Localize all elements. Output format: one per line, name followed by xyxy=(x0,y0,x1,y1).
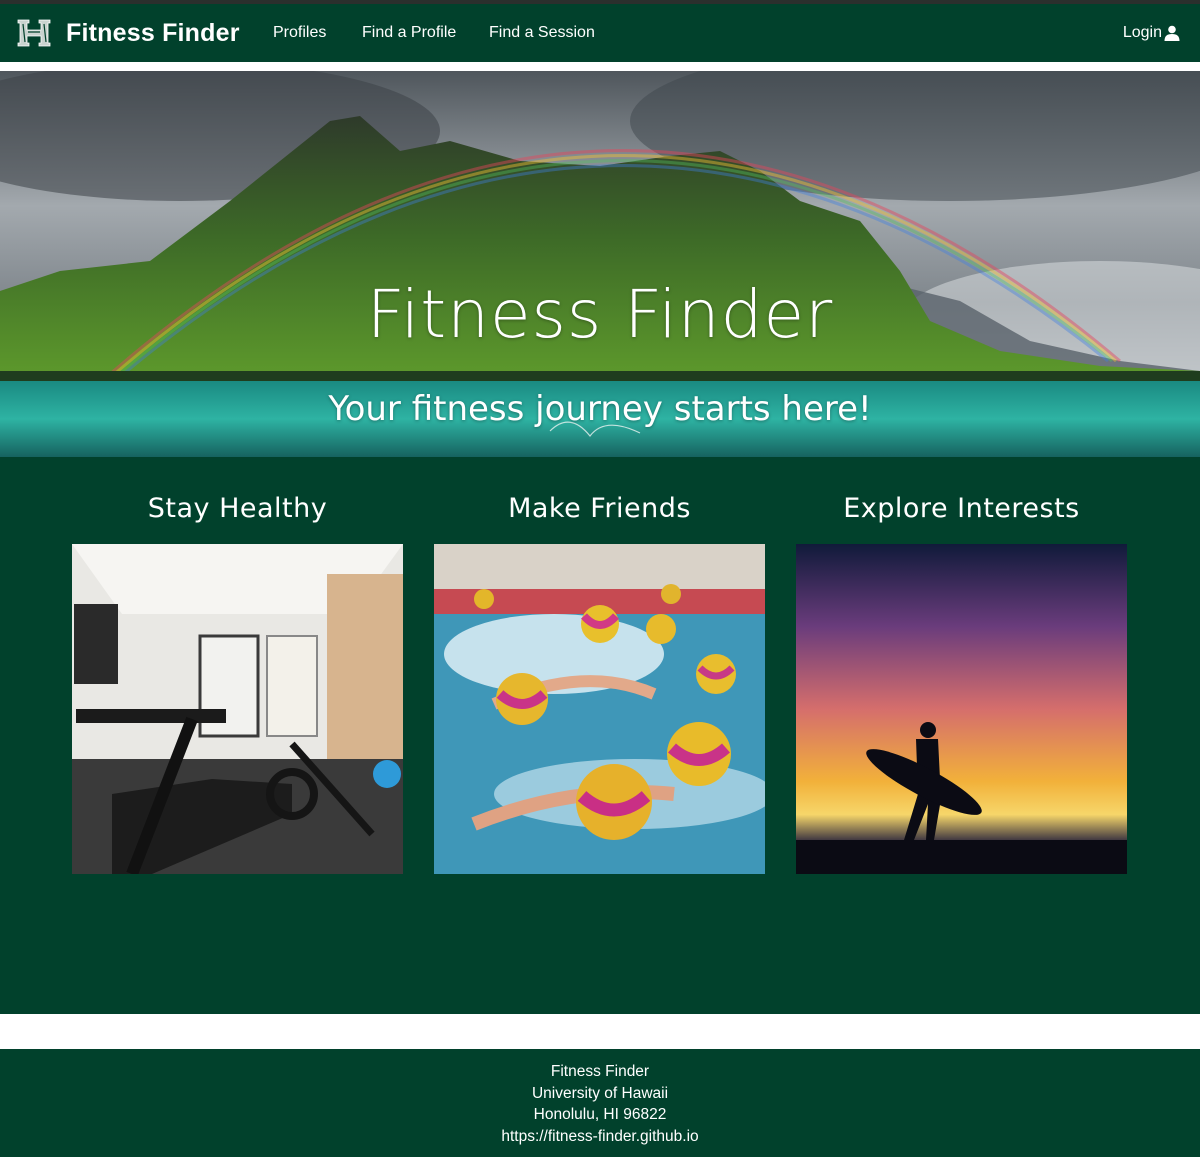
user-icon xyxy=(1164,25,1180,41)
home-gym-image xyxy=(72,544,403,874)
login-dropdown[interactable]: Login xyxy=(1123,24,1180,42)
footer: Fitness Finder University of Hawaii Hono… xyxy=(0,1049,1200,1157)
feature-heading: Explore Interests xyxy=(843,493,1080,524)
surfer-sunset-image xyxy=(796,544,1127,874)
nav-link-find-a-profile[interactable]: Find a Profile xyxy=(362,24,456,42)
hero-subtitle: Your fitness journey starts here! xyxy=(328,389,872,429)
university-h-logo-icon xyxy=(17,19,51,47)
footer-university: University of Hawaii xyxy=(531,1084,669,1102)
hero-banner: Fitness Finder Your fitness journey star… xyxy=(0,71,1200,457)
brand-title: Fitness Finder xyxy=(66,18,240,47)
features-section: Stay Healthy Make Friends Explore Intere… xyxy=(0,457,1200,1014)
water-polo-image xyxy=(434,544,765,874)
feature-heading: Make Friends xyxy=(508,493,691,524)
nav-link-find-a-session[interactable]: Find a Session xyxy=(489,24,595,42)
feature-heading: Stay Healthy xyxy=(147,493,328,524)
nav-link-profiles[interactable]: Profiles xyxy=(273,24,326,42)
navbar: Fitness Finder Profiles Find a Profile F… xyxy=(0,4,1200,62)
brand-link[interactable]: Fitness Finder xyxy=(16,14,240,52)
footer-website-link[interactable]: https://fitness-finder.github.io xyxy=(0,1126,1200,1148)
footer-app-name: Fitness Finder xyxy=(550,1063,650,1080)
login-label: Login xyxy=(1122,24,1162,41)
footer-address: Honolulu, HI 96822 xyxy=(533,1106,667,1123)
hero-title: Fitness Finder xyxy=(366,276,834,353)
